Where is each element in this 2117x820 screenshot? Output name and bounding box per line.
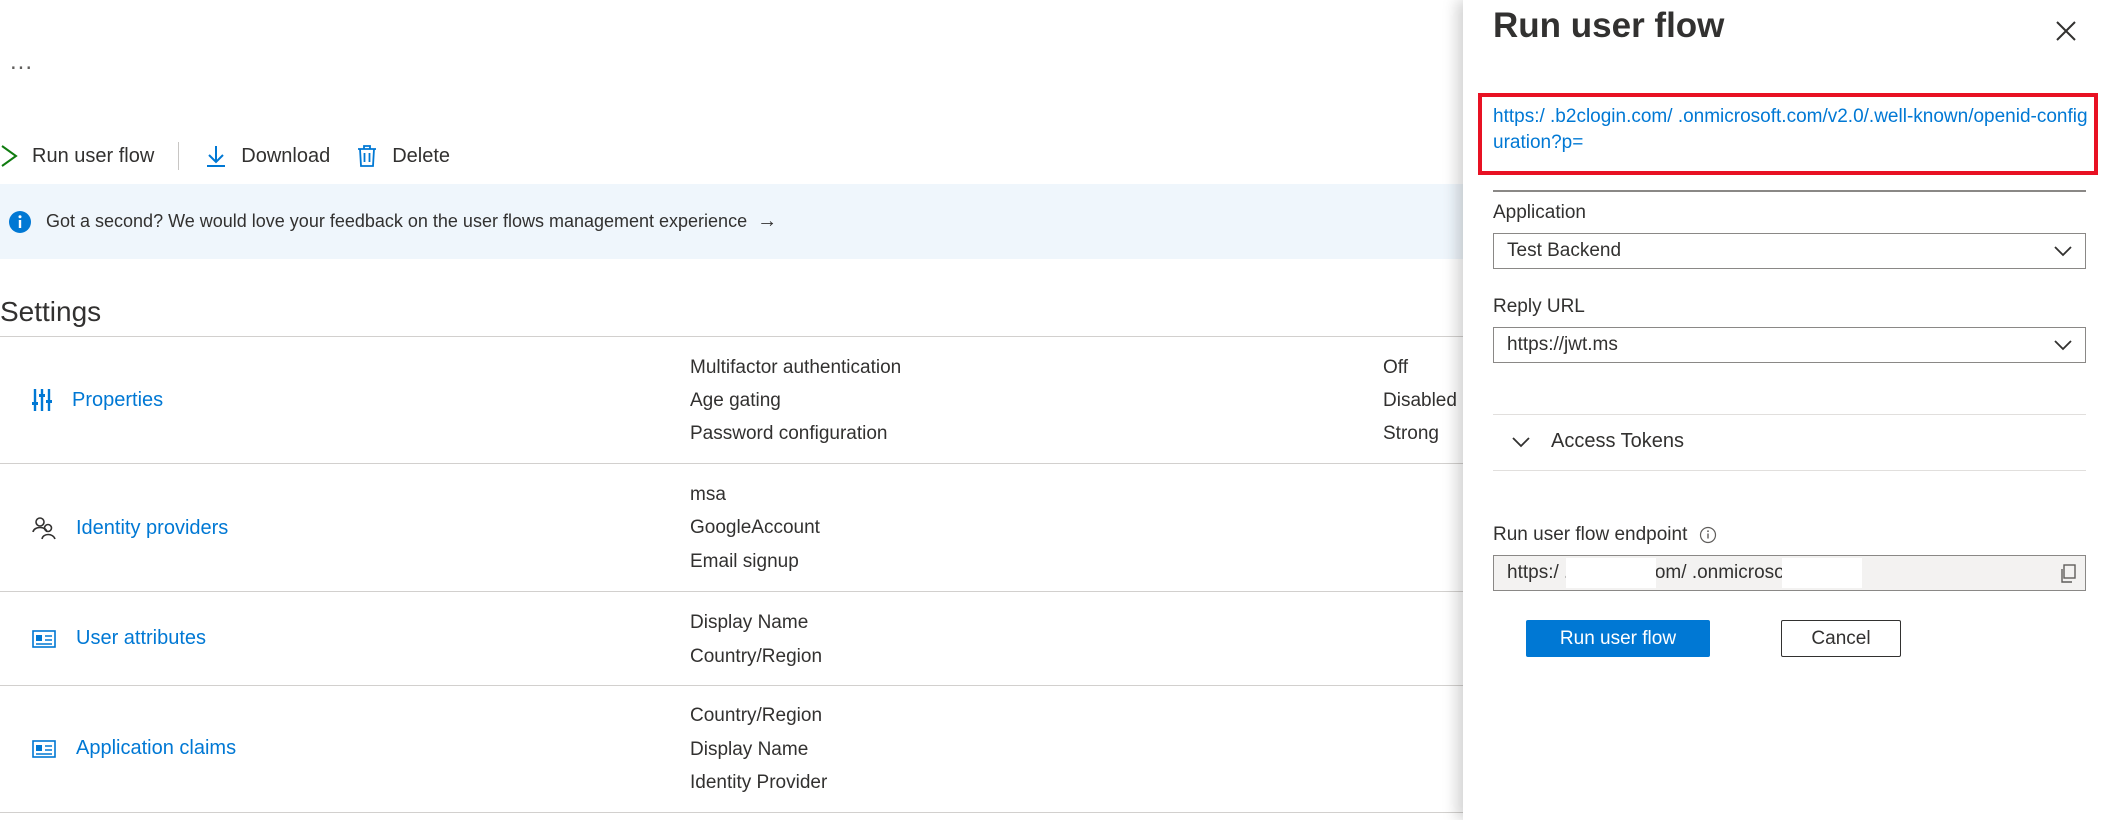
run-user-flow-button[interactable]: Run user flow	[1526, 620, 1710, 657]
identity-providers-label: Identity providers	[76, 516, 229, 539]
divider	[0, 685, 1463, 686]
endpoint-label: Run user flow endpoint	[1493, 524, 1717, 546]
redaction-mask	[1566, 558, 1656, 588]
run-user-flow-toolbar-button[interactable]: Run user flow	[0, 136, 154, 176]
settings-heading: Settings	[0, 296, 102, 327]
divider	[0, 463, 1463, 464]
access-tokens-toggle[interactable]: Access Tokens	[1511, 430, 1684, 453]
application-claims-link[interactable]: Application claims	[32, 737, 236, 760]
endpoint-field[interactable]: https:/ .b2clogin.com/ .onmicrosoft.com/…	[1493, 555, 2086, 591]
run-user-flow-label: Run user flow	[32, 144, 155, 167]
claims-card-icon	[32, 739, 56, 758]
feedback-banner[interactable]: Got a second? We would love your feedbac…	[0, 184, 1463, 259]
reply-url-label: Reply URL	[1493, 296, 1585, 317]
play-icon	[1, 145, 18, 167]
download-button[interactable]: Download	[205, 136, 330, 176]
cancel-button[interactable]: Cancel	[1781, 620, 1901, 657]
provider-name: msa	[690, 484, 726, 505]
setting-name: Password configuration	[690, 423, 888, 444]
claim-name: Display Name	[690, 739, 809, 760]
toolbar: Run user flow Download Delete	[0, 136, 1463, 176]
properties-link[interactable]: Properties	[32, 388, 163, 412]
application-label: Application	[1493, 202, 1586, 223]
section-divider	[1493, 470, 2086, 471]
endpoint-label-text: Run user flow endpoint	[1493, 524, 1688, 545]
setting-state: Disabled	[1383, 390, 1457, 411]
arrow-right-icon: →	[757, 210, 778, 232]
run-user-flow-panel: Run user flow https:/ .b2clogin.com/ .on…	[1463, 0, 2117, 820]
user-attributes-label: User attributes	[76, 627, 207, 649]
people-icon	[32, 517, 56, 540]
setting-state: Strong	[1383, 423, 1439, 444]
delete-button[interactable]: Delete	[356, 136, 450, 176]
provider-name: GoogleAccount	[690, 517, 820, 538]
divider	[0, 812, 1463, 813]
properties-label: Properties	[72, 388, 164, 411]
copy-icon[interactable]	[2059, 564, 2077, 584]
application-value: Test Backend	[1507, 240, 1622, 261]
provider-name: Email signup	[690, 551, 799, 572]
feedback-text: Got a second? We would love your feedbac…	[46, 211, 748, 231]
reply-url-dropdown[interactable]: https://jwt.ms	[1493, 327, 2086, 363]
info-icon	[9, 210, 31, 233]
attribute-name: Country/Region	[690, 646, 823, 667]
chevron-down-icon	[2054, 340, 2072, 351]
trash-icon	[358, 145, 377, 167]
delete-label: Delete	[392, 144, 451, 167]
application-dropdown[interactable]: Test Backend	[1493, 233, 2086, 269]
setting-name: Multifactor authentication	[690, 357, 902, 378]
toolbar-separator	[178, 142, 180, 170]
download-icon	[207, 146, 226, 167]
contact-card-icon	[32, 629, 56, 648]
properties-icon	[32, 389, 52, 411]
close-button[interactable]	[2049, 14, 2083, 48]
claim-name: Country/Region	[690, 705, 823, 726]
user-attributes-link[interactable]: User attributes	[32, 627, 206, 650]
well-known-url-link[interactable]: https:/ .b2clogin.com/ .onmicrosoft.com/…	[1493, 104, 2091, 156]
info-outline-icon[interactable]	[1699, 526, 1717, 544]
more-options-button[interactable]: ...	[10, 48, 33, 76]
section-divider	[1493, 414, 2086, 415]
close-icon	[2056, 21, 2076, 41]
identity-providers-link[interactable]: Identity providers	[32, 516, 228, 540]
setting-state: Off	[1383, 357, 1408, 378]
divider	[0, 591, 1463, 592]
attribute-name: Display Name	[690, 612, 809, 633]
divider	[0, 336, 1463, 337]
reply-url-value: https://jwt.ms	[1507, 334, 1618, 355]
download-label: Download	[241, 144, 331, 167]
panel-divider	[1493, 190, 2086, 192]
chevron-down-icon	[2054, 246, 2072, 257]
application-claims-label: Application claims	[76, 737, 237, 759]
claim-name: Identity Provider	[690, 772, 828, 793]
chevron-down-icon	[1512, 436, 1530, 447]
panel-title: Run user flow	[1493, 6, 1725, 45]
setting-name: Age gating	[690, 390, 781, 411]
access-tokens-label: Access Tokens	[1551, 430, 1685, 452]
redaction-mask	[1782, 558, 1862, 588]
